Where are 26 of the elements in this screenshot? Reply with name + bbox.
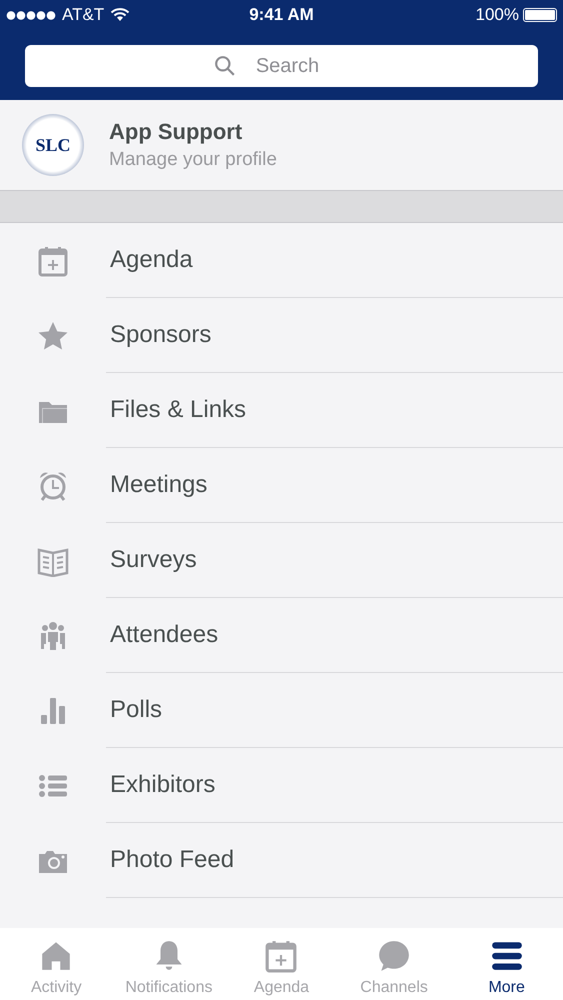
tab-button[interactable]: More — [450, 928, 563, 1000]
carrier-name: AT&T — [62, 5, 104, 25]
signal-icon — [6, 10, 56, 20]
menu-item[interactable]: Polls — [0, 673, 563, 748]
menu-item[interactable]: Photo Feed — [0, 823, 563, 898]
menu-item[interactable]: Meetings — [0, 448, 563, 523]
menu-icon — [490, 939, 524, 973]
menu-item[interactable]: Surveys — [0, 523, 563, 598]
wifi-icon — [110, 8, 130, 22]
chat-bubble-icon — [377, 939, 412, 973]
menu-item[interactable]: Agenda — [0, 223, 563, 298]
profile-subtitle: Manage your profile — [109, 149, 277, 171]
menu-item[interactable]: Exhibitors — [0, 748, 563, 823]
profile-title: App Support — [109, 119, 244, 145]
search-icon — [214, 55, 236, 77]
menu-item[interactable]: Files & Links — [0, 373, 563, 448]
menu-item[interactable]: Sponsors — [0, 298, 563, 373]
search-field[interactable]: Search — [25, 45, 538, 87]
star-icon — [36, 320, 68, 352]
battery-icon — [523, 8, 557, 22]
calendar-icon — [36, 244, 68, 276]
menu-item[interactable]: Attendees — [0, 598, 563, 673]
battery-percent: 100% — [476, 5, 519, 25]
calendar-icon — [264, 939, 298, 973]
status-time: 9:41 AM — [249, 5, 314, 25]
logo-icon: SLC — [22, 114, 84, 176]
